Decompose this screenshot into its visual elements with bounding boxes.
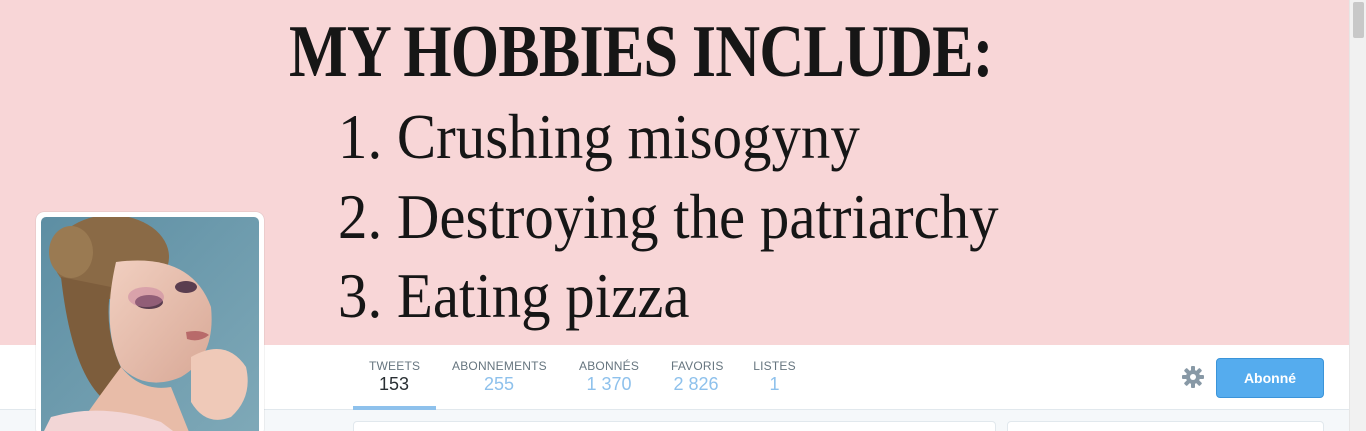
nav-label: LISTES [753, 359, 796, 373]
nav-count: 1 370 [586, 374, 632, 394]
banner-title: MY HOBBIES INCLUDE: [289, 11, 993, 93]
nav-favorites[interactable]: FAVORIS 2 826 [671, 359, 724, 395]
gear-icon[interactable] [1181, 365, 1205, 389]
banner-line: 3. Eating pizza [338, 260, 690, 331]
scrollbar-thumb[interactable] [1353, 2, 1364, 38]
nav-label: FAVORIS [671, 359, 724, 373]
banner-line: 1. Crushing misogyny [338, 101, 860, 172]
nav-count: 255 [483, 374, 515, 394]
profile-page: MY HOBBIES INCLUDE: 1. Crushing misogyny… [0, 0, 1366, 431]
nav-lists[interactable]: LISTES 1 [753, 359, 796, 395]
timeline-card [353, 421, 996, 431]
scrollbar[interactable] [1349, 0, 1366, 431]
nav-count: 153 [378, 374, 410, 394]
nav-label: ABONNEMENTS [452, 359, 547, 373]
profile-photo [41, 217, 259, 431]
nav-count: 2 826 [673, 374, 719, 394]
nav-count: 1 [769, 374, 780, 394]
sidebar-card [1007, 421, 1324, 431]
following-button[interactable]: Abonné [1216, 358, 1324, 398]
avatar[interactable] [36, 212, 264, 431]
nav-label: ABONNÉS [579, 359, 640, 373]
nav-tweets[interactable]: TWEETS 153 [369, 359, 421, 395]
nav-followers[interactable]: ABONNÉS 1 370 [579, 359, 639, 395]
banner-line: 2. Destroying the patriarchy [338, 181, 999, 252]
nav-label: TWEETS [369, 359, 421, 373]
nav-following[interactable]: ABONNEMENTS 255 [452, 359, 547, 395]
